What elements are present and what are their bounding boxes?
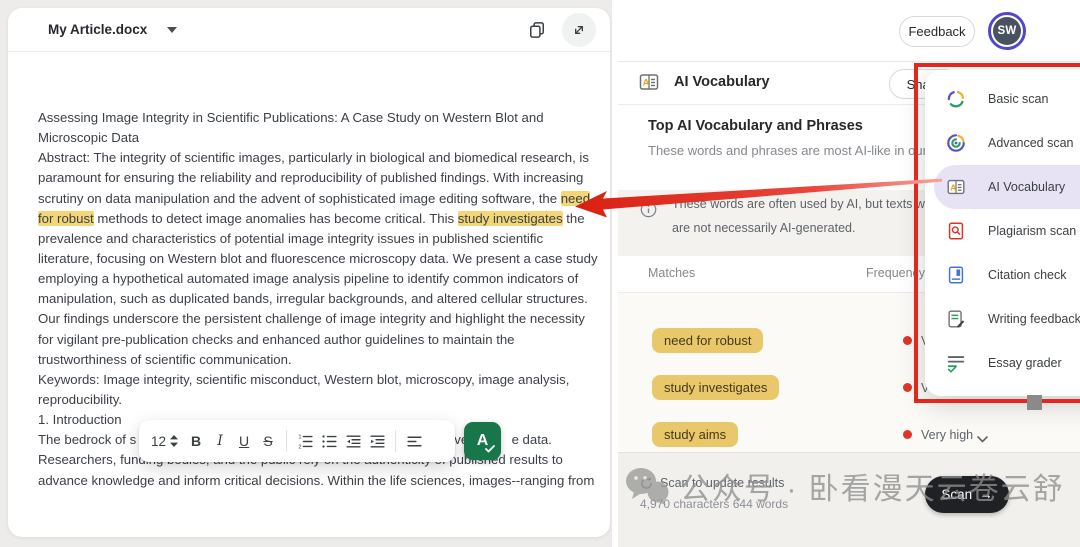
matches-column-header: Matches xyxy=(648,266,695,280)
indent-icon xyxy=(369,433,386,450)
match-chip[interactable]: need for robust xyxy=(652,328,763,353)
ordered-list-button[interactable]: 1 2 xyxy=(293,427,317,455)
chevron-down-icon[interactable] xyxy=(977,430,988,448)
document-line: for robust methods to detect image anoma… xyxy=(38,209,604,229)
copy-document-button[interactable] xyxy=(520,13,554,47)
user-avatar[interactable]: SW xyxy=(988,12,1026,50)
document-line: advance knowledge and inform critical de… xyxy=(38,471,604,491)
italic-button[interactable]: I xyxy=(208,427,232,455)
outdent-icon xyxy=(345,433,362,450)
align-button[interactable] xyxy=(402,427,426,455)
checkmark-icon xyxy=(485,445,495,453)
annotation-rectangle xyxy=(914,63,1080,403)
font-size-stepper-icon xyxy=(170,435,178,447)
bullet-list-icon xyxy=(321,433,338,450)
expand-document-button[interactable] xyxy=(562,13,596,47)
scan-update-hint-label: Scan to update results xyxy=(660,476,784,490)
refresh-icon xyxy=(640,477,653,490)
expand-icon xyxy=(571,22,587,38)
match-chip[interactable]: study aims xyxy=(652,422,738,447)
app-root: My Article.docx Assessing Image Integrit… xyxy=(0,0,1080,547)
document-line: reproducibility. xyxy=(38,390,604,410)
match-chip[interactable]: study investigates xyxy=(652,375,779,400)
ordered-list-icon: 1 2 xyxy=(297,433,314,450)
document-line: Microscopic Data xyxy=(38,128,604,148)
section-heading: Top AI Vocabulary and Phrases xyxy=(648,118,863,134)
font-size-selector[interactable]: 12 xyxy=(151,434,178,449)
document-line: employing a hypothetical automated image… xyxy=(38,269,604,289)
document-stats: 4,970 characters 644 words xyxy=(640,497,788,511)
document-line: paramount for ensuring the reliability a… xyxy=(38,168,604,188)
bullet-list-button[interactable] xyxy=(317,427,341,455)
underline-button[interactable]: U xyxy=(232,427,256,455)
annotation-resize-handle xyxy=(1027,395,1042,410)
document-line: for vigilant pre-publication checks and … xyxy=(38,330,604,350)
document-line: scrutiny on data manipulation and the ad… xyxy=(38,189,604,209)
document-line: Assessing Image Integrity in Scientific … xyxy=(38,108,604,128)
document-filename[interactable]: My Article.docx xyxy=(48,22,147,37)
info-text-line2: are not necessarily AI-generated. xyxy=(672,221,855,235)
grammar-assistant-button[interactable]: A xyxy=(464,422,501,460)
svg-text:2: 2 xyxy=(298,444,301,449)
scan-button[interactable]: Scan → xyxy=(925,476,1009,513)
scan-update-hint[interactable]: Scan to update results xyxy=(640,476,784,490)
feedback-button[interactable]: Feedback xyxy=(899,16,975,47)
frequency-dot xyxy=(903,336,912,345)
svg-text:1: 1 xyxy=(298,434,301,440)
svg-text:A: A xyxy=(643,78,650,89)
frequency-value[interactable]: Very high xyxy=(921,428,973,442)
frequency-dot xyxy=(903,383,912,392)
document-line: Abstract: The integrity of scientific im… xyxy=(38,148,604,168)
avatar-initials: SW xyxy=(993,17,1021,45)
feedback-label: Feedback xyxy=(908,24,965,39)
scan-button-label: Scan xyxy=(941,487,972,502)
indent-button[interactable] xyxy=(365,427,389,455)
section-subheading: These words and phrases are most AI-like… xyxy=(648,143,927,158)
panel-title: AI Vocabulary xyxy=(674,74,770,90)
document-line: manipulation, such as duplicated bands, … xyxy=(38,289,604,309)
copy-icon xyxy=(527,20,547,40)
align-left-icon xyxy=(406,433,423,450)
document-line: Our findings underscore the persistent c… xyxy=(38,309,604,329)
frequency-dot xyxy=(903,430,912,439)
outdent-button[interactable] xyxy=(341,427,365,455)
ai-vocabulary-icon: A xyxy=(637,70,661,94)
document-header: My Article.docx xyxy=(8,8,610,52)
font-size-value: 12 xyxy=(151,434,166,449)
strikethrough-button[interactable]: S xyxy=(256,427,280,455)
document-line: Keywords: Image integrity, scientific mi… xyxy=(38,370,604,390)
document-card: My Article.docx Assessing Image Integrit… xyxy=(8,8,610,537)
filename-dropdown-caret-icon[interactable] xyxy=(167,27,177,33)
scan-arrow-icon: → xyxy=(979,487,993,502)
info-icon xyxy=(640,201,657,223)
format-toolbar: 12 B I U S 1 2 xyxy=(139,420,455,462)
document-line: prevalence and characteristics of potent… xyxy=(38,229,604,249)
document-line: literature, focusing on Western blot and… xyxy=(38,249,604,269)
bold-button[interactable]: B xyxy=(184,427,208,455)
document-line: trustworthiness of scientific communicat… xyxy=(38,350,604,370)
